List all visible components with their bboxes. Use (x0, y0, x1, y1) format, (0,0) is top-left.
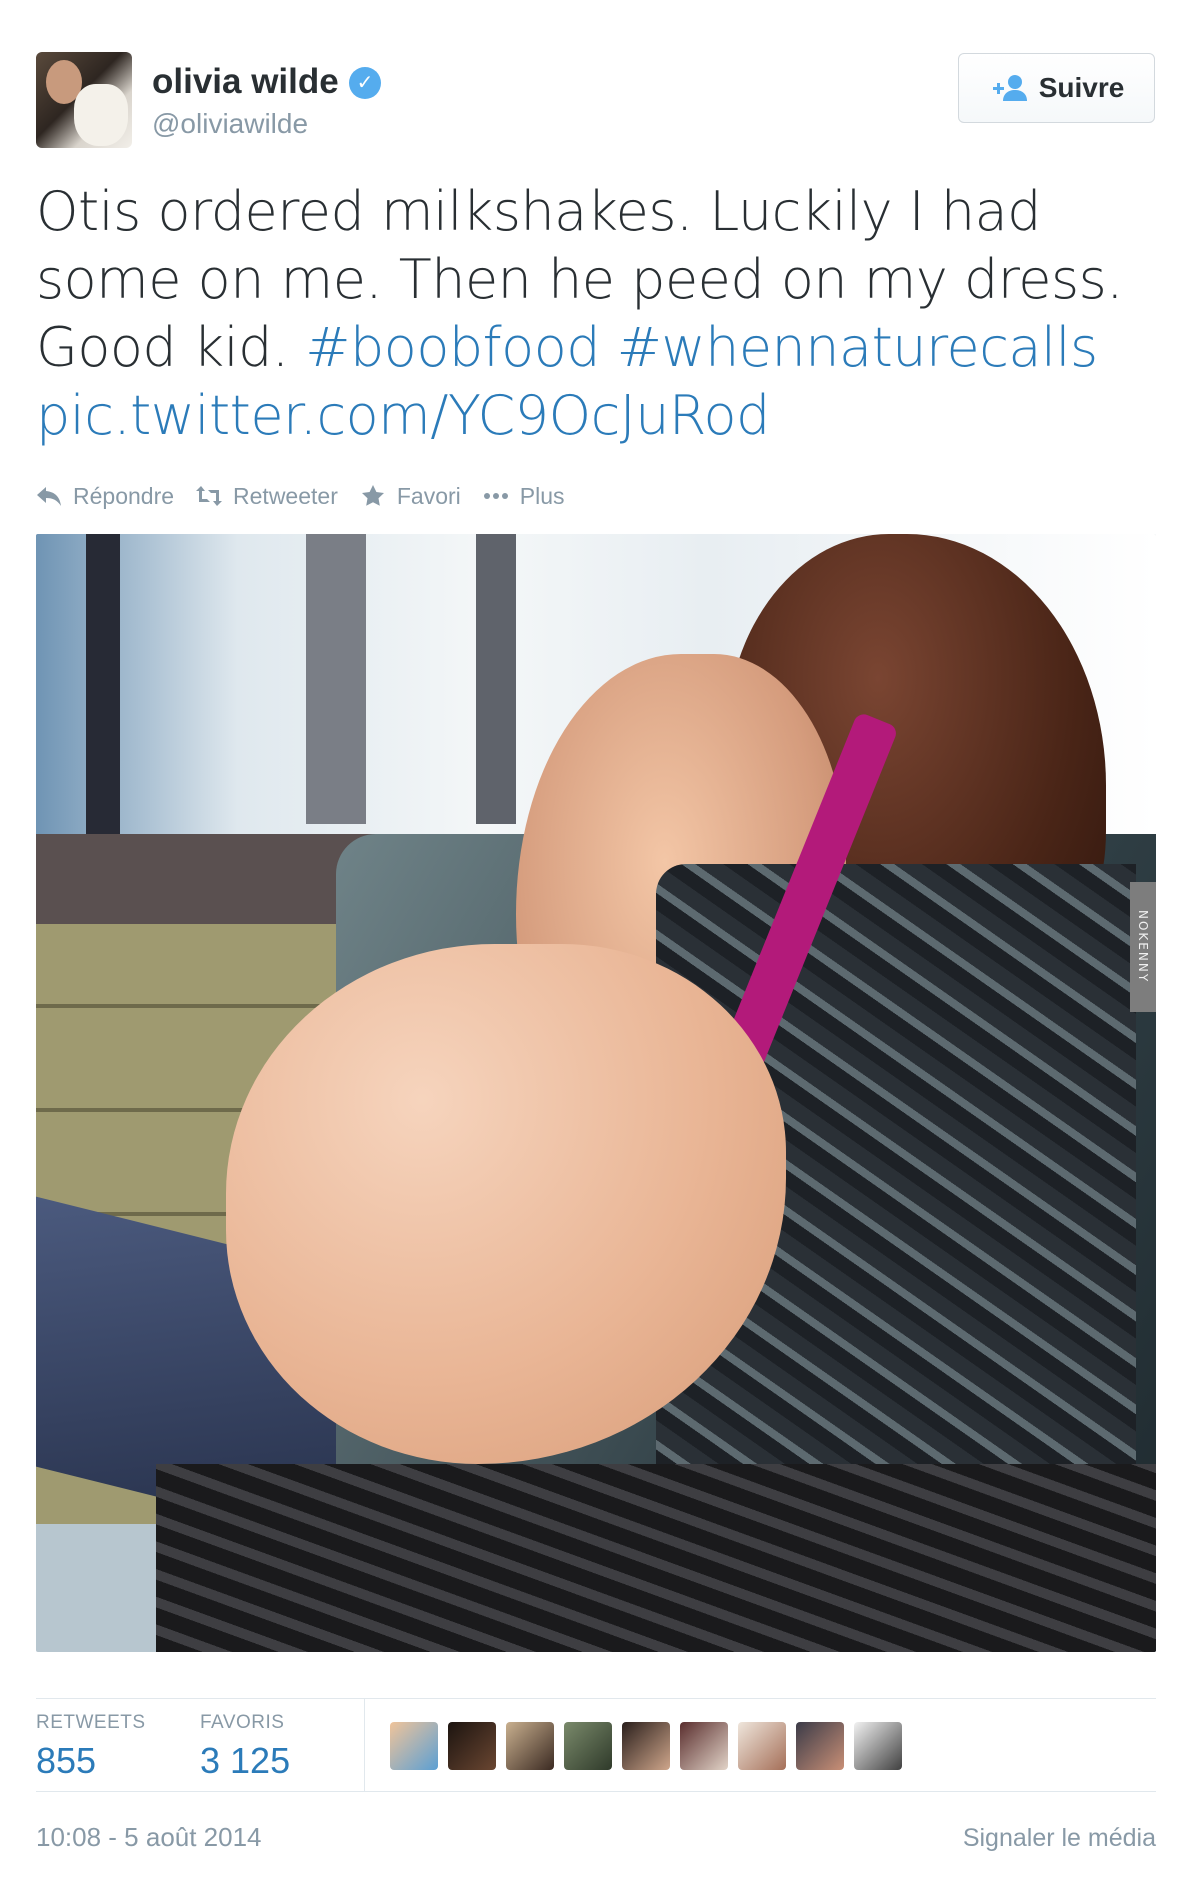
favoriter-avatar[interactable] (390, 1722, 438, 1770)
retweet-label: Retweeter (233, 482, 338, 509)
favorites-label: FAVORIS (200, 1712, 285, 1733)
favorites-stat[interactable]: FAVORIS 3 125 (200, 1712, 290, 1782)
favoriter-avatar[interactable] (796, 1722, 844, 1770)
divider (36, 1698, 1156, 1699)
retweets-label: RETWEETS (36, 1712, 146, 1733)
follow-button-label: Suivre (1038, 72, 1125, 103)
favoriters-list (390, 1722, 902, 1770)
favoriter-avatar[interactable] (680, 1722, 728, 1770)
timestamp[interactable]: 10:08 - 5 août 2014 (36, 1822, 262, 1853)
tweet-photo[interactable]: NOKENNY (36, 534, 1156, 1652)
reply-icon (37, 487, 61, 506)
avatar[interactable] (36, 52, 132, 148)
media-link[interactable]: pic.twitter.com/YC9OcJuRod (36, 384, 770, 447)
display-name[interactable]: olivia wilde (152, 62, 339, 102)
reply-button[interactable]: Répondre (36, 483, 174, 510)
retweets-stat[interactable]: RETWEETS 855 (36, 1712, 146, 1782)
favorites-count: 3 125 (200, 1740, 291, 1781)
favoriter-avatar[interactable] (738, 1722, 786, 1770)
more-button[interactable]: Plus (483, 483, 565, 510)
retweets-count: 855 (36, 1740, 97, 1781)
follow-button[interactable]: Suivre (958, 53, 1155, 123)
divider (36, 1791, 1156, 1792)
favorite-label: Favori (396, 482, 461, 509)
tweet-text: Otis ordered milkshakes. Luckily I had s… (36, 178, 1156, 450)
favoriter-avatar[interactable] (506, 1722, 554, 1770)
tweet-actions: Répondre Retweeter Favori Plus (36, 479, 565, 513)
retweet-button[interactable]: Retweeter (196, 483, 338, 510)
favoriter-avatar[interactable] (622, 1722, 670, 1770)
more-label: Plus (519, 482, 565, 509)
favorite-button[interactable]: Favori (360, 483, 461, 510)
tweet-card: olivia wilde ✓ @oliviawilde Suivre Otis … (0, 0, 1182, 1892)
avatar-dog (74, 84, 128, 146)
favoriter-avatar[interactable] (448, 1722, 496, 1770)
photo-watermark: NOKENNY (1130, 882, 1156, 1012)
photo-window-frame (476, 534, 516, 824)
favoriter-avatar[interactable] (564, 1722, 612, 1770)
photo-window-frame (306, 534, 366, 824)
photo-lap (156, 1464, 1156, 1652)
hashtag-link[interactable]: #whennaturecalls (617, 316, 1098, 379)
user-handle[interactable]: @oliviawilde (152, 108, 308, 140)
verified-badge-icon: ✓ (349, 67, 381, 99)
add-user-icon (992, 75, 1027, 101)
reply-label: Répondre (73, 482, 175, 509)
favoriter-avatar[interactable] (854, 1722, 902, 1770)
more-icon (483, 493, 508, 499)
photo-window-frame (86, 534, 120, 874)
star-icon (361, 485, 384, 506)
report-media-link[interactable]: Signaler le média (963, 1824, 1156, 1853)
retweet-icon (196, 486, 223, 506)
hashtag-link[interactable]: #boobfood (305, 316, 600, 379)
stats-separator (364, 1698, 365, 1791)
